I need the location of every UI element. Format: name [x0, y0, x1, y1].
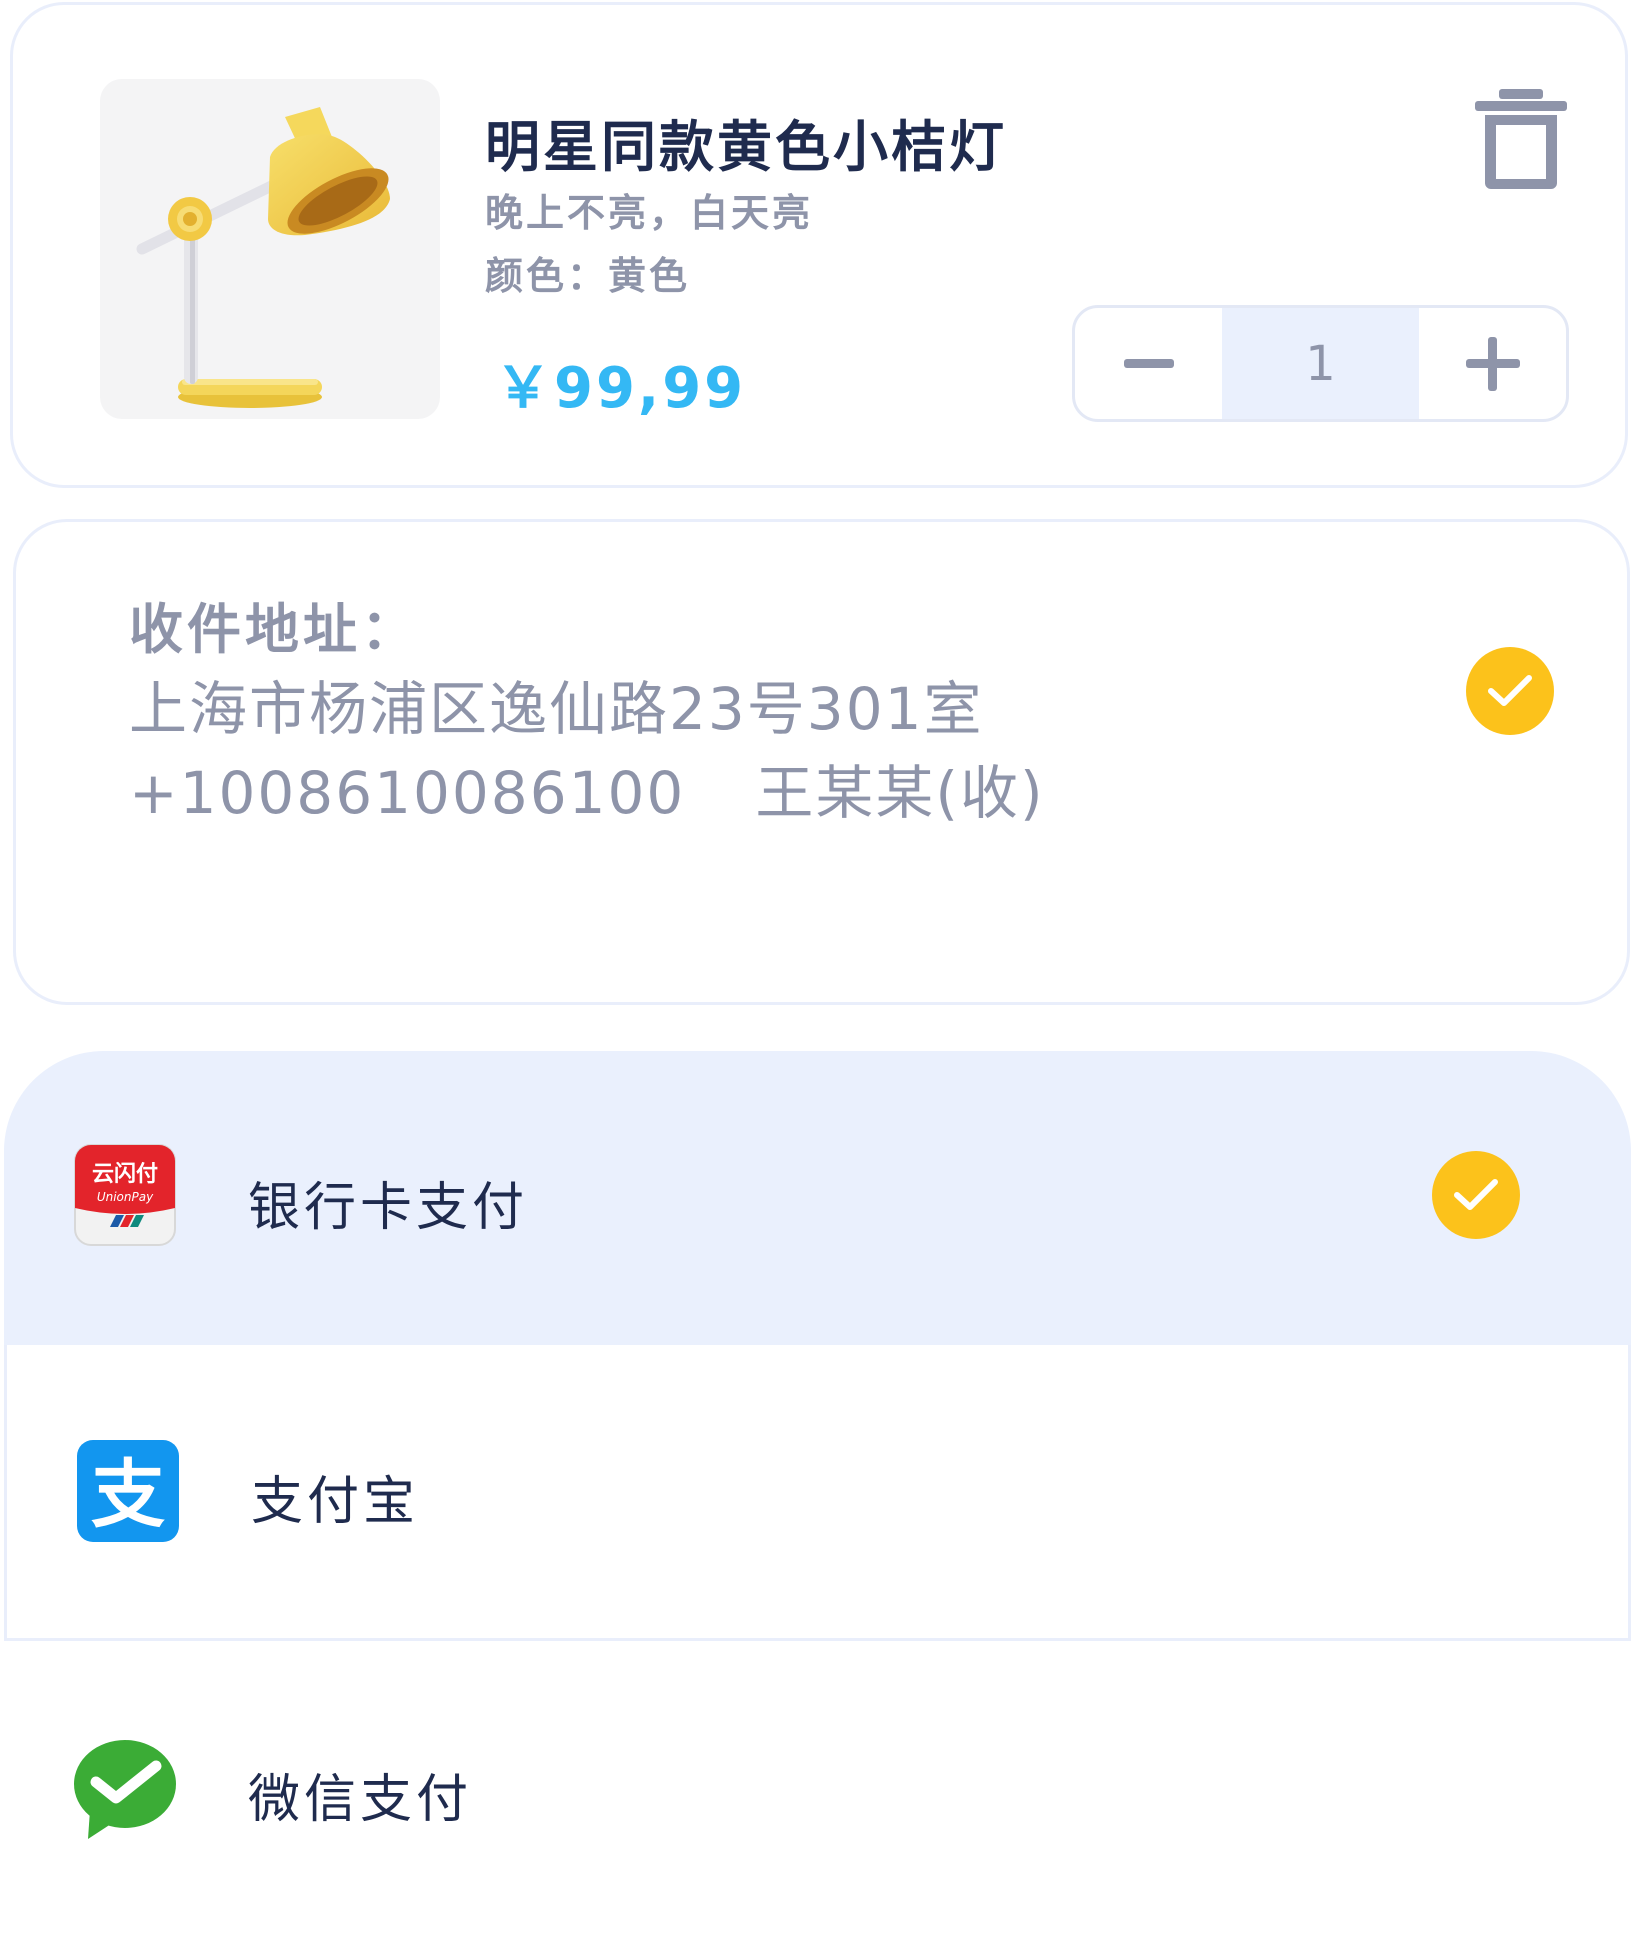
minus-icon: [1123, 358, 1174, 368]
address-phone: +1008610086100: [129, 759, 686, 827]
payment-option-alipay[interactable]: 支 支付宝: [4, 1345, 1631, 1641]
trash-icon: [1475, 89, 1567, 189]
payment-methods: 云闪付 UnionPay 银行卡支付 支 支付宝 微信支付: [4, 1051, 1631, 1939]
quantity-value[interactable]: 1: [1222, 308, 1419, 419]
product-color: 颜色：黄色: [485, 254, 691, 298]
decrease-quantity-button[interactable]: [1075, 308, 1222, 419]
payment-option-wechat[interactable]: 微信支付: [4, 1641, 1631, 1939]
address-recipient: 王某某(收): [755, 759, 1045, 827]
lamp-illustration: [136, 107, 390, 408]
cart-item-card: 明星同款黄色小桔灯 晚上不亮，白天亮 颜色：黄色 ￥99,99 1: [10, 2, 1628, 488]
product-image[interactable]: [100, 79, 440, 419]
product-price: ￥99,99: [495, 356, 747, 421]
shipping-address-card[interactable]: 收件地址： 上海市杨浦区逸仙路23号301室 +1008610086100 王某某…: [13, 519, 1630, 1005]
payment-label-alipay: 支付宝: [251, 1472, 420, 1532]
delete-item-button[interactable]: [1471, 85, 1571, 190]
payment-selected-check[interactable]: [1432, 1151, 1520, 1239]
payment-label-wechat: 微信支付: [248, 1770, 473, 1830]
check-icon: [1454, 1179, 1498, 1210]
increase-quantity-button[interactable]: [1419, 308, 1566, 419]
check-icon: [1488, 675, 1532, 706]
unionpay-icon: 云闪付 UnionPay: [74, 1144, 176, 1246]
product-description: 晚上不亮，白天亮: [485, 191, 814, 235]
address-label: 收件地址：: [129, 598, 419, 661]
unionpay-icon-title: 云闪付: [92, 1162, 158, 1187]
quantity-stepper: 1: [1072, 305, 1569, 422]
address-line: 上海市杨浦区逸仙路23号301室: [129, 675, 984, 743]
payment-label-bank-card: 银行卡支付: [248, 1178, 529, 1238]
address-selected-check[interactable]: [1466, 647, 1554, 735]
alipay-icon-glyph: 支: [91, 1452, 165, 1538]
payment-option-bank-card[interactable]: 云闪付 UnionPay 银行卡支付: [4, 1051, 1631, 1345]
unionpay-icon-subtitle: UnionPay: [97, 1190, 154, 1204]
alipay-icon: 支: [77, 1440, 179, 1542]
product-title: 明星同款黄色小桔灯: [485, 115, 1008, 179]
plus-icon: [1465, 336, 1520, 391]
address-contact: +1008610086100 王某某(收): [129, 746, 1045, 830]
wechat-pay-icon: [74, 1738, 176, 1840]
